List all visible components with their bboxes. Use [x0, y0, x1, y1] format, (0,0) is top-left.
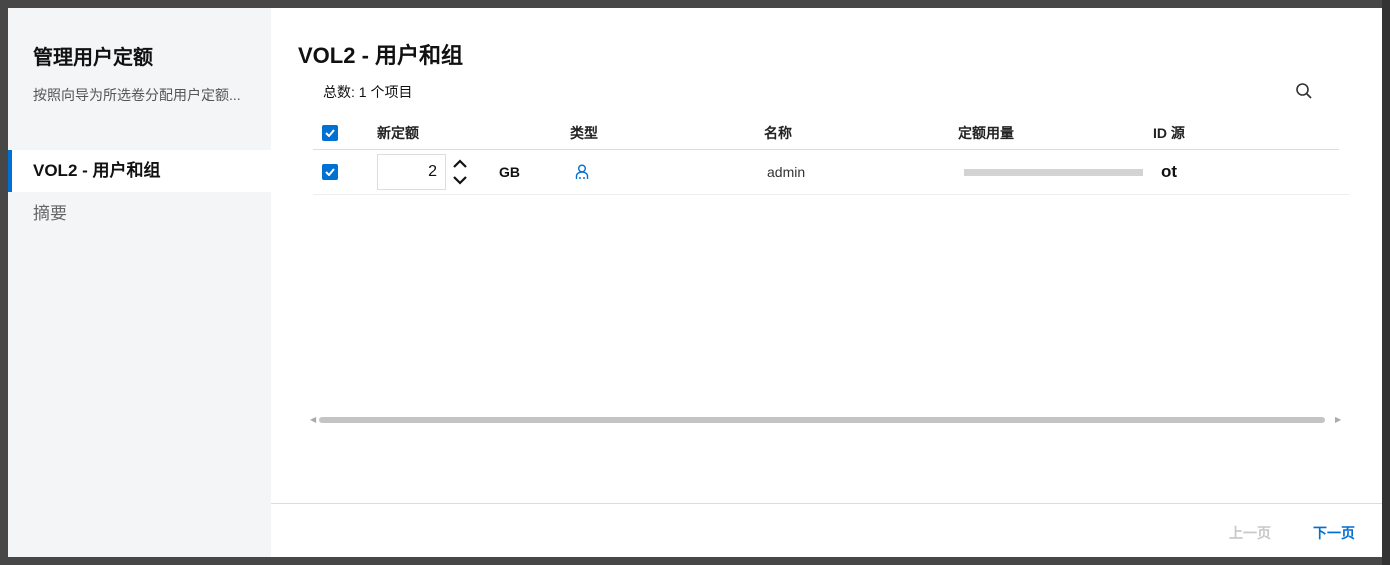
background: [1382, 0, 1390, 565]
wizard-main: VOL2 - 用户和组 总数: 1 个项目 新定额 类型 名称 定额用量 ID …: [271, 8, 1382, 557]
search-icon[interactable]: [1295, 82, 1313, 100]
quota-stepper: [452, 158, 468, 186]
quota-wizard-dialog: 管理用户定额 按照向导为所选卷分配用户定额... VOL2 - 用户和组 摘要 …: [8, 8, 1382, 557]
wizard-title: 管理用户定额: [33, 47, 153, 69]
scroll-right-icon[interactable]: ▶: [1335, 415, 1341, 424]
quota-input[interactable]: 2: [377, 154, 446, 190]
increment-icon[interactable]: [452, 158, 468, 170]
step-summary[interactable]: 摘要: [8, 193, 271, 235]
next-button[interactable]: 下一页: [1313, 523, 1355, 543]
row-checkbox[interactable]: [322, 164, 338, 180]
col-name[interactable]: 名称: [764, 116, 792, 149]
table-header: 新定额 类型 名称 定额用量 ID 源: [313, 116, 1339, 150]
step-users-groups[interactable]: VOL2 - 用户和组: [8, 150, 271, 192]
item-count: 总数: 1 个项目: [323, 84, 413, 100]
id-source: ot: [1161, 162, 1178, 181]
col-quota-usage[interactable]: 定额用量: [958, 116, 1014, 149]
col-id-source[interactable]: ID 源: [1153, 116, 1185, 149]
table-row: 2 GB admin ot: [313, 150, 1349, 195]
select-all-checkbox[interactable]: [322, 124, 338, 141]
user-icon: [575, 164, 589, 179]
previous-button[interactable]: 上一页: [1229, 523, 1271, 543]
col-type[interactable]: 类型: [570, 116, 598, 149]
quota-usage-bar: [964, 168, 1143, 176]
horizontal-scrollbar[interactable]: [319, 417, 1325, 423]
scroll-left-icon[interactable]: ◀: [310, 415, 316, 424]
page-title: VOL2 - 用户和组: [298, 43, 464, 68]
col-new-quota[interactable]: 新定额: [377, 116, 419, 149]
decrement-icon[interactable]: [452, 174, 468, 186]
user-name: admin: [767, 164, 806, 180]
wizard-footer: 上一页 下一页: [271, 503, 1382, 557]
wizard-sidebar: 管理用户定额 按照向导为所选卷分配用户定额... VOL2 - 用户和组 摘要: [8, 8, 271, 557]
quota-unit: GB: [499, 164, 520, 180]
wizard-description: 按照向导为所选卷分配用户定额...: [33, 87, 241, 103]
